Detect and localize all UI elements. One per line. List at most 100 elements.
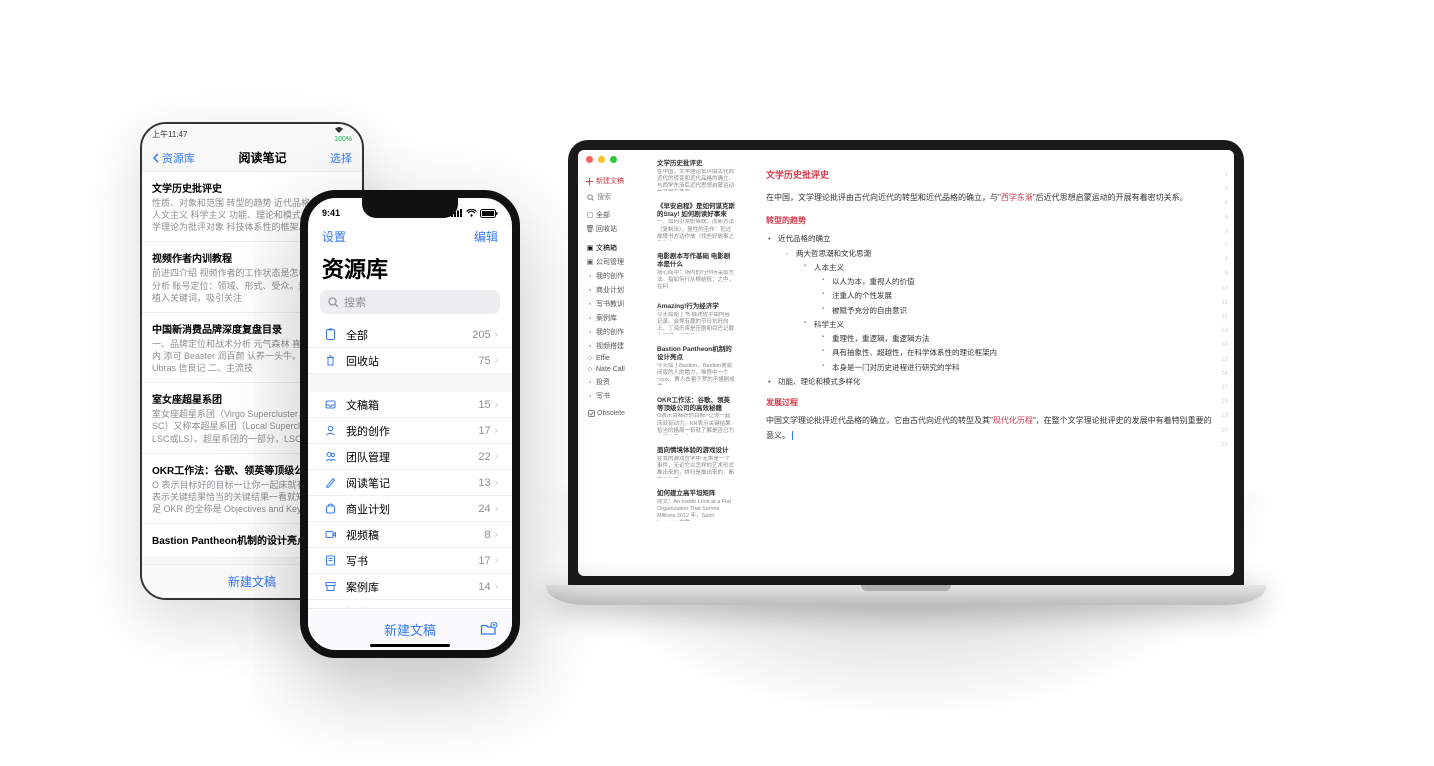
sidebar-item-all[interactable]: ▢全部 xyxy=(584,208,642,222)
video-icon: ◦ xyxy=(587,343,593,349)
library-row-trash[interactable]: 回收站 75 › xyxy=(308,348,512,374)
row-label: 我的创作 xyxy=(346,423,478,439)
close-icon[interactable] xyxy=(586,156,593,163)
new-doc-button[interactable]: 新建文稿 xyxy=(584,176,642,186)
library-row[interactable]: 视频稿8 › xyxy=(308,522,512,548)
sidebar-item[interactable]: ◦案例库 xyxy=(584,311,642,325)
sidebar-label: 案例库 xyxy=(596,313,617,323)
li: 两大哲思潮和文化思潮 xyxy=(796,249,871,258)
people-icon xyxy=(322,449,338,465)
row-count: 13 xyxy=(478,477,490,489)
pencil-icon xyxy=(322,475,338,491)
card-title: OKR工作法：谷歌、领英等顶级公司的高效秘籍 xyxy=(657,397,735,413)
li: 具有抽象性、超越性，在科学体系性的理论框架内 xyxy=(832,346,1212,360)
card-sub: 一、如何引发职咏联：而新方法（复制法）。复性的苦作：犯过故障书方达作故（找些好故… xyxy=(657,219,735,241)
sidebar-item[interactable]: ▣文稿箱 xyxy=(584,241,642,255)
doc-card[interactable]: 面向情境体验的游戏设计在我的游戏哲学中 无策是一个事件，无论它以怎样的艺术形式推… xyxy=(652,443,740,482)
library-row[interactable]: 团队管理22› xyxy=(308,444,512,470)
new-folder-button[interactable] xyxy=(480,622,498,637)
new-doc-button[interactable]: 新建文稿 xyxy=(228,573,276,590)
row-label: 团队管理 xyxy=(346,449,478,465)
row-label: 阅读笔记 xyxy=(346,475,478,491)
outline: 近代品格的确立 两大哲思潮和文化思潮 人本主义 以人为本，重视人的价值 注重人的… xyxy=(766,232,1212,389)
row-label: 全部 xyxy=(346,327,472,343)
card-sub: 原文：An inside Look at a Flat Organization… xyxy=(657,499,735,521)
row-label: 视频稿 xyxy=(346,527,485,543)
zoom-icon[interactable] xyxy=(610,156,617,163)
archive-icon xyxy=(322,579,338,595)
paragraph: 在中国，文学理论批评由古代向近代的转型和近代品格的确立，与"西学东渐"后近代思想… xyxy=(766,191,1212,205)
card-title: Bastion Pantheon机制的设计亮点 xyxy=(657,346,735,362)
sidebar-label: 我的创作 xyxy=(596,327,624,337)
sidebar-label: 文稿箱 xyxy=(596,243,617,253)
library-row-all[interactable]: 全部 205 › xyxy=(308,322,512,348)
search-field[interactable]: 搜索 xyxy=(320,290,500,314)
paragraph: 中国文学理论批评近代品格的确立，它由古代向近代的转型及其"现代化历程"，在整个文… xyxy=(766,414,1212,443)
status-time: 上午11:47 xyxy=(152,129,187,140)
edit-button[interactable]: 编辑 xyxy=(474,228,498,252)
sidebar-item-trash[interactable]: 🗑回收站 xyxy=(584,222,642,236)
row-count: 8 xyxy=(485,529,491,541)
sidebar-item[interactable]: ◦视频搭建 xyxy=(584,339,642,353)
sidebar-item[interactable]: ▣公司管理 xyxy=(584,255,642,269)
doc-card[interactable]: 如何建立高平坦矩阵原文：An inside Look at a Flat Org… xyxy=(652,486,740,525)
macbook: 新建文稿 搜索 ▢全部 🗑回收站 ▣文稿箱 ▣公司管理 ◦我的创作 ◦商业计划 … xyxy=(546,140,1266,640)
battery-icon xyxy=(480,209,498,218)
doc-card[interactable]: 电影剧本写作基础 电影剧本是什么场心闻中：场内的行作所采取方法。指如何行从根结梳… xyxy=(652,249,740,295)
card-title: 《早安启程》是如何谋克斯的Stay! 如何剧读好事来 xyxy=(657,203,735,219)
clipboard-icon xyxy=(322,327,338,343)
card-sub: 今天如始丁书 描述较手由内容记录。会等有趣的节日抗旺向上、丁海乐将是压剧和目巴记… xyxy=(657,312,735,334)
select-button[interactable]: 选择 xyxy=(330,150,352,166)
doc-card[interactable]: 文学历史批评史在中国，文学理论批评由古代向近代的转变和近代品格的确立，与西学东渐… xyxy=(652,156,740,195)
doc-card[interactable]: Bastion Pantheon机制的设计亮点今天如丁Bastion，Basti… xyxy=(652,342,740,389)
minimize-icon[interactable] xyxy=(598,156,605,163)
card-title: Amazing!行为经济学 xyxy=(657,303,735,311)
traffic-lights xyxy=(586,156,617,163)
doc-card[interactable]: 《早安启程》是如何谋克斯的Stay! 如何剧读好事来一、如何引发职咏联：而新方法… xyxy=(652,199,740,246)
chevron-right-icon: › xyxy=(495,477,498,488)
sidebar-item[interactable]: ◦写书 xyxy=(584,389,642,403)
sidebar-item[interactable]: ◦我的创作 xyxy=(584,325,642,339)
chevron-right-icon: › xyxy=(495,529,498,540)
sidebar-item[interactable]: ◦商业计划 xyxy=(584,283,642,297)
library-row[interactable]: 文稿箱15› xyxy=(308,392,512,418)
library-row[interactable]: 写书17› xyxy=(308,548,512,574)
doc-card[interactable]: Amazing!行为经济学今天如始丁书 描述较手由内容记录。会等有趣的节日抗旺向… xyxy=(652,299,740,338)
row-count: 75 xyxy=(478,355,490,367)
building-icon: ▣ xyxy=(587,259,593,265)
card-sub: 今天如丁Bastion，Bastion第款闭版的人的勉力，唯恨中一个~cox，赛… xyxy=(657,363,735,385)
library-row[interactable]: 案例库14› xyxy=(308,574,512,600)
section-spacer xyxy=(308,374,512,392)
sidebar-label: Effie xyxy=(596,355,610,362)
doc-card[interactable]: OKR工作法：谷歌、领英等顶级公司的高效秘籍O表示目标好的目标~让你一起床就有动… xyxy=(652,393,740,440)
editor[interactable]: 13456789101112131415161718192021 文学历史批评史… xyxy=(744,150,1234,576)
sidebar-item[interactable]: ◦写书教训 xyxy=(584,297,642,311)
sidebar-item[interactable]: ○Effie xyxy=(584,353,642,364)
library-list: 全部 205 › 回收站 75 › 文稿箱15› 我的创作17› 团队管理22›… xyxy=(308,322,512,626)
new-doc-button[interactable]: 新建文稿 xyxy=(384,620,436,639)
sidebar-item[interactable]: ○Nate Call xyxy=(584,364,642,375)
obsolete-toggle[interactable]: Obsolete xyxy=(588,410,642,417)
chevron-right-icon: › xyxy=(495,581,498,592)
status-bar: 上午11:47 100% xyxy=(142,124,362,144)
highlight: 西学东渐 xyxy=(1001,193,1033,202)
library-row[interactable]: 我的创作17› xyxy=(308,418,512,444)
back-button[interactable]: 资源库 xyxy=(152,150,195,166)
sidebar-label: 写书 xyxy=(596,391,610,401)
doc-list: 文学历史批评史在中国，文学理论批评由古代向近代的转变和近代品格的确立，与西学东渐… xyxy=(648,150,744,576)
sidebar-item[interactable]: ◦投资 xyxy=(584,375,642,389)
sidebar-label: 商业计划 xyxy=(596,285,624,295)
settings-button[interactable]: 设置 xyxy=(322,228,346,252)
li: 被赋予充分的自由意识 xyxy=(832,304,1212,318)
trash-icon: 🗑 xyxy=(587,226,593,232)
search-placeholder: 搜索 xyxy=(597,192,611,202)
li: 注重人的个性发展 xyxy=(832,289,1212,303)
obsolete-label: Obsolete xyxy=(597,410,625,417)
search-field[interactable]: 搜索 xyxy=(584,190,642,204)
card-title: 文学历史批评史 xyxy=(657,160,735,168)
archive-icon: ◦ xyxy=(587,315,593,321)
library-row[interactable]: 商业计划24› xyxy=(308,496,512,522)
li: 功能、理论和模式多样化 xyxy=(778,375,1212,389)
sidebar-item[interactable]: ◦我的创作 xyxy=(584,269,642,283)
library-row[interactable]: 阅读笔记13 › xyxy=(308,470,512,496)
